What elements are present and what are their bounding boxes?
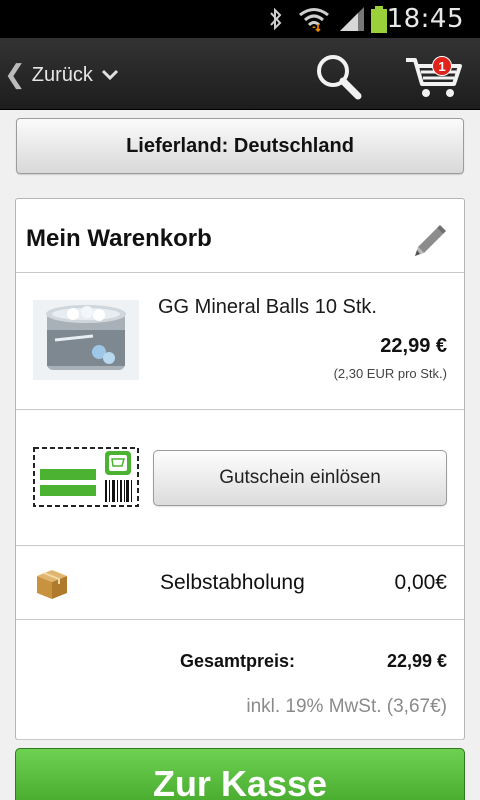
chevron-left-icon: ❮: [4, 60, 26, 90]
product-unit-price: (2,30 EUR pro Stk.): [333, 366, 447, 381]
product-image: [33, 300, 139, 380]
cart-panel: Mein Warenkorb GG Mineral Balls 10 Stk. …: [15, 198, 465, 740]
checkout-button[interactable]: Zur Kasse: [15, 748, 465, 800]
chevron-down-icon: [101, 69, 118, 81]
delivery-country-label: Lieferland: Deutschland: [126, 134, 354, 157]
signal-icon: [340, 7, 364, 31]
product-name: GG Mineral Balls 10 Stk.: [158, 296, 377, 318]
vat-note: inkl. 19% MwSt. (3,67€): [246, 696, 447, 717]
shipping-price: 0,00€: [394, 571, 447, 594]
status-bar: 18:45: [0, 0, 480, 38]
app-header: ❮ Zurück 1: [0, 38, 480, 110]
total-value: 22,99 €: [386, 651, 447, 671]
search-icon[interactable]: [314, 52, 362, 100]
product-price: 22,99 €: [380, 335, 447, 357]
clock: 18:45: [386, 4, 464, 34]
wifi-icon: [299, 8, 329, 32]
checkout-label: Zur Kasse: [152, 763, 328, 800]
cart-title: Mein Warenkorb: [26, 225, 212, 252]
redeem-coupon-label: Gutschein einlösen: [219, 467, 381, 488]
back-button[interactable]: ❮ Zurück: [4, 58, 119, 92]
shopping-cart-icon: [406, 58, 462, 97]
back-label: Zurück: [31, 63, 93, 86]
cart-header: Mein Warenkorb: [16, 199, 464, 273]
cart-count: 1: [438, 58, 446, 74]
total-row: Gesamtpreis: 22,99 € inkl. 19% MwSt. (3,…: [16, 620, 464, 740]
cart-button[interactable]: 1: [404, 50, 464, 100]
total-label: Gesamtpreis:: [180, 651, 296, 671]
edit-pencil-icon[interactable]: [412, 219, 450, 257]
shipping-row[interactable]: Selbstabholung 0,00€: [16, 546, 464, 620]
bluetooth-icon: [270, 7, 282, 31]
package-box-icon: [37, 570, 67, 599]
cart-item[interactable]: GG Mineral Balls 10 Stk. 22,99 € (2,30 E…: [16, 273, 464, 410]
coupon-row: Gutschein einlösen: [16, 410, 464, 546]
battery-icon: [371, 6, 387, 33]
delivery-country-button[interactable]: Lieferland: Deutschland: [16, 118, 464, 174]
shipping-method: Selbstabholung: [160, 571, 305, 594]
redeem-coupon-button[interactable]: Gutschein einlösen: [153, 450, 447, 506]
coupon-voucher-icon: [33, 447, 139, 507]
cart-count-badge: 1: [432, 56, 452, 76]
